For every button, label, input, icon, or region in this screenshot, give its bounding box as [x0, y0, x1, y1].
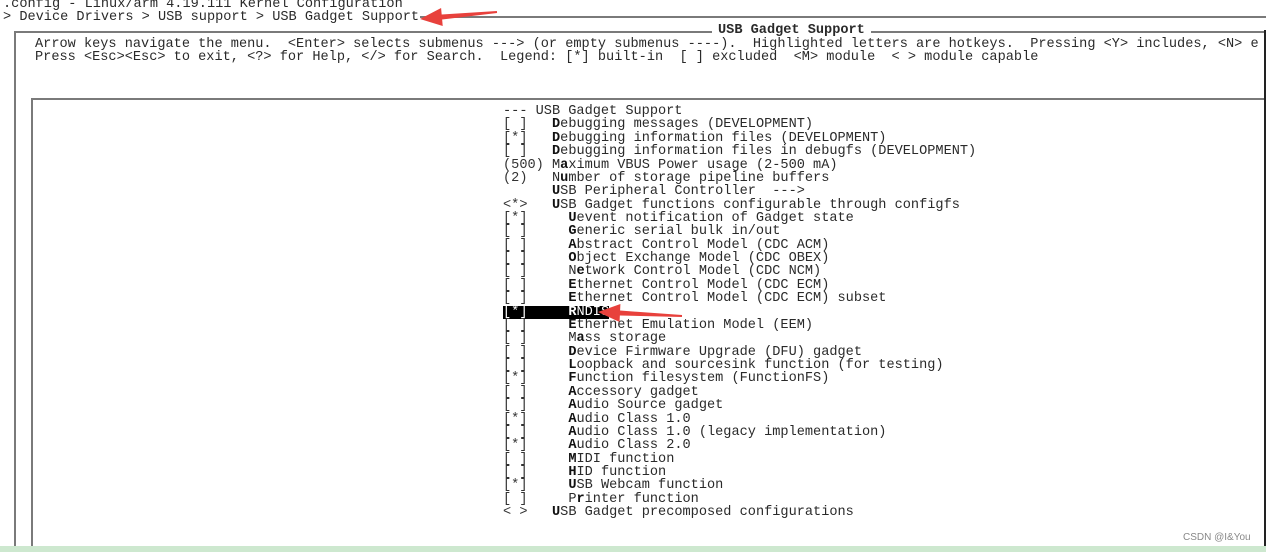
red-arrow-icon: [598, 304, 683, 323]
annotation-layer: [420, 8, 683, 323]
red-arrow-icon: [420, 8, 498, 26]
